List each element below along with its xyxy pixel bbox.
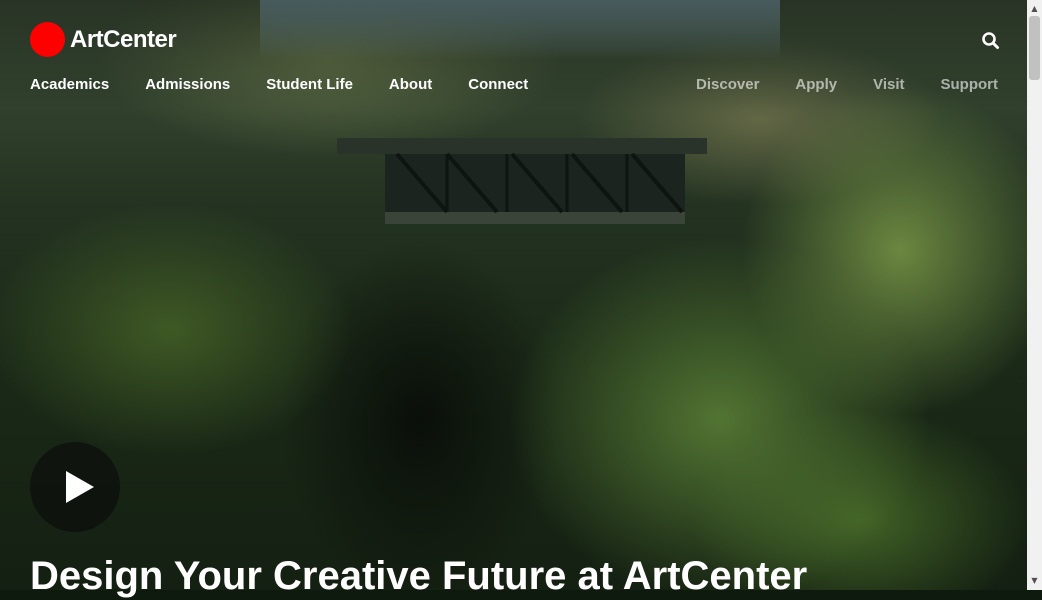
logo-dot-icon xyxy=(30,22,65,57)
page-scrollbar[interactable]: ▲ ▼ xyxy=(1027,0,1042,590)
scroll-up-arrow-icon[interactable]: ▲ xyxy=(1027,2,1042,16)
logo-wordmark: ArtCenter xyxy=(70,25,177,53)
nav-student-life[interactable]: Student Life xyxy=(266,76,353,93)
scroll-down-arrow-icon[interactable]: ▼ xyxy=(1027,574,1042,588)
nav-academics[interactable]: Academics xyxy=(30,76,109,93)
play-video-button[interactable] xyxy=(30,442,120,532)
nav-support[interactable]: Support xyxy=(941,76,999,93)
search-icon[interactable] xyxy=(981,31,1001,51)
nav-connect[interactable]: Connect xyxy=(468,76,528,93)
play-icon xyxy=(66,471,94,503)
bridge-image xyxy=(337,138,707,224)
site-header: ArtCenter Academics Admissions Student L… xyxy=(0,0,1027,110)
nav-admissions[interactable]: Admissions xyxy=(145,76,230,93)
hero-headline: Design Your Creative Future at ArtCenter xyxy=(30,554,808,598)
nav-about[interactable]: About xyxy=(389,76,432,93)
nav-visit[interactable]: Visit xyxy=(873,76,904,93)
secondary-nav: Discover Apply Visit Support xyxy=(660,76,998,93)
logo[interactable]: ArtCenter xyxy=(30,22,177,57)
nav-discover[interactable]: Discover xyxy=(696,76,759,93)
scroll-thumb[interactable] xyxy=(1029,16,1040,80)
primary-nav: Academics Admissions Student Life About … xyxy=(30,76,564,93)
nav-apply[interactable]: Apply xyxy=(795,76,837,93)
